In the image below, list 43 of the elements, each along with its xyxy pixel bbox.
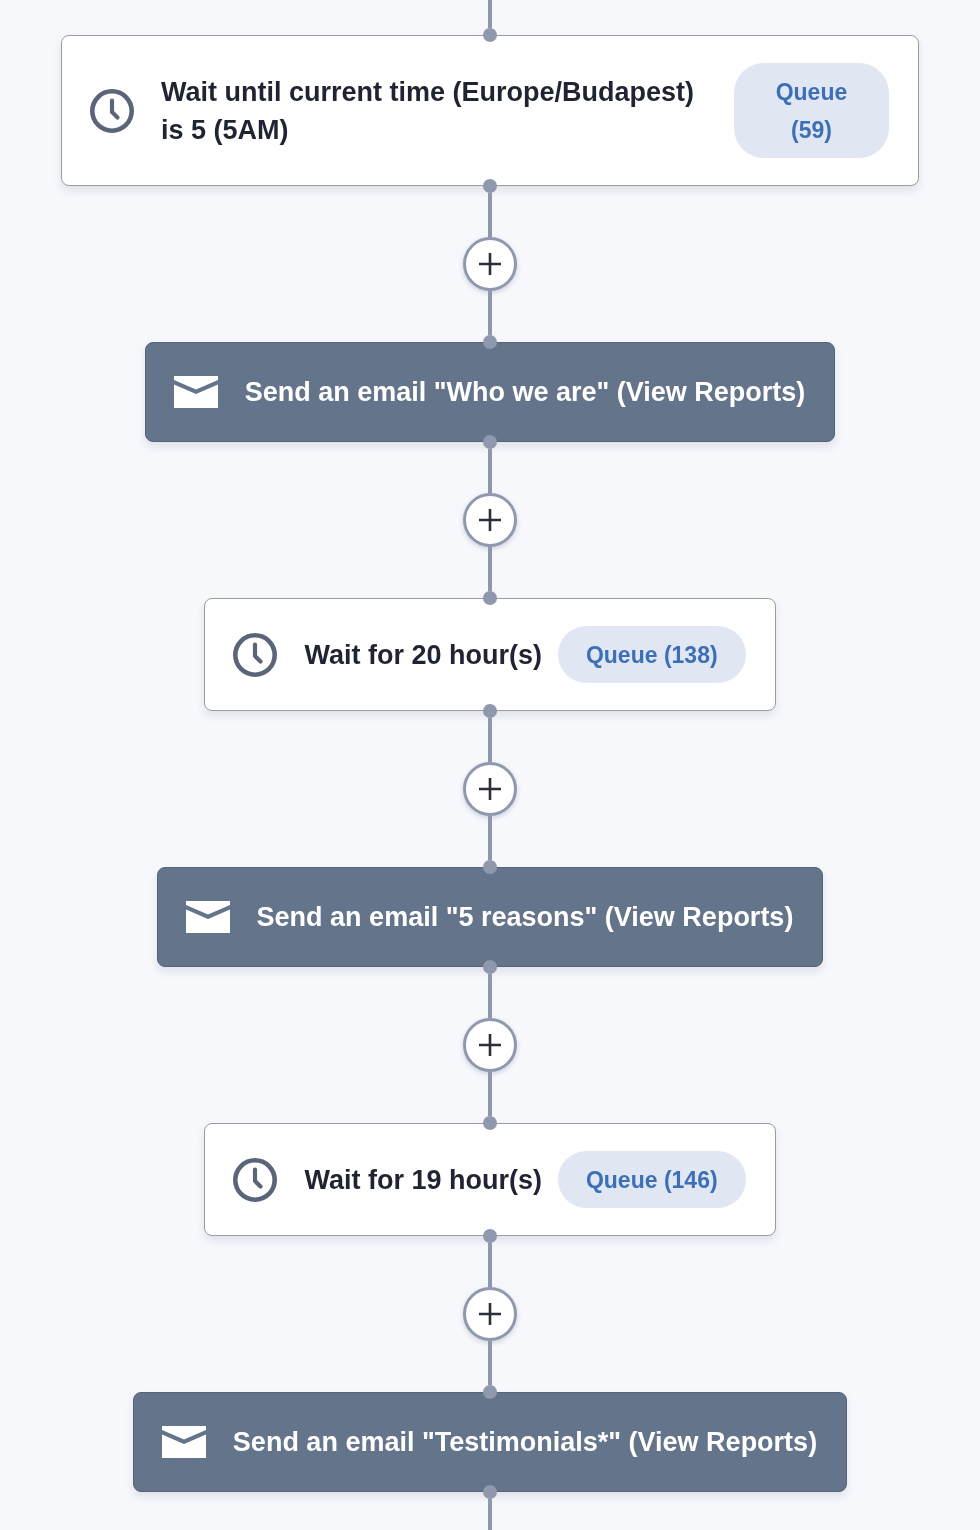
- step-text: Send an email "5 reasons" (View Reports): [256, 901, 794, 934]
- connector-dot-icon: [483, 960, 497, 974]
- email-step-card[interactable]: Send an email "Who we are" (View Reports): [144, 342, 836, 442]
- connector-dot-icon: [483, 1116, 497, 1130]
- connector-dot-icon: [483, 179, 497, 193]
- connector-dot-icon: [483, 335, 497, 349]
- plus-icon: [479, 509, 501, 531]
- add-step-button[interactable]: [463, 493, 517, 547]
- envelope-icon: [161, 1426, 206, 1458]
- step-text: Wait for 19 hour(s): [304, 1163, 542, 1197]
- connector-dot-icon: [483, 1385, 497, 1399]
- clock-icon: [90, 88, 134, 133]
- connector-dot-icon: [483, 1229, 497, 1243]
- add-step-button[interactable]: [463, 1018, 517, 1072]
- connector-dot-icon: [483, 704, 497, 718]
- step-text: Send an email "Who we are" (View Reports): [244, 376, 806, 409]
- envelope-icon: [173, 376, 218, 408]
- wait-step-card[interactable]: Wait for 20 hour(s) Queue (138): [204, 598, 776, 711]
- queue-button[interactable]: Queue (59): [733, 63, 889, 158]
- connector-dot-icon: [483, 591, 497, 605]
- step-text: Wait until current time (Europe/Budapest) is 5 (5AM): [161, 75, 696, 147]
- connector-dot-icon: [483, 435, 497, 449]
- plus-icon: [479, 1034, 501, 1056]
- add-step-button[interactable]: [463, 237, 517, 291]
- plus-icon: [479, 778, 501, 800]
- envelope-icon: [185, 901, 230, 933]
- step-text: Wait for 20 hour(s): [304, 638, 542, 672]
- add-step-button[interactable]: [463, 1287, 517, 1341]
- plus-icon: [479, 1303, 501, 1325]
- add-step-button[interactable]: [463, 762, 517, 816]
- connector-dot-icon: [483, 860, 497, 874]
- wait-step-card[interactable]: Wait until current time (Europe/Budapest) is 5 (5AM) Queue (59): [61, 35, 919, 186]
- clock-icon: [233, 1157, 278, 1202]
- wait-step-card[interactable]: Wait for 19 hour(s) Queue (146): [204, 1123, 776, 1236]
- step-text: Send an email "Testimonials*" (View Reports): [232, 1426, 818, 1459]
- clock-icon: [233, 632, 278, 677]
- plus-icon: [479, 253, 501, 275]
- email-step-card[interactable]: Send an email "5 reasons" (View Reports): [156, 867, 824, 967]
- queue-button[interactable]: Queue (138): [557, 626, 746, 683]
- queue-button[interactable]: Queue (146): [557, 1151, 746, 1208]
- connector-dot-icon: [483, 28, 497, 42]
- connector-dot-icon: [483, 1485, 497, 1499]
- email-step-card[interactable]: Send an email "Testimonials*" (View Reports): [132, 1392, 848, 1492]
